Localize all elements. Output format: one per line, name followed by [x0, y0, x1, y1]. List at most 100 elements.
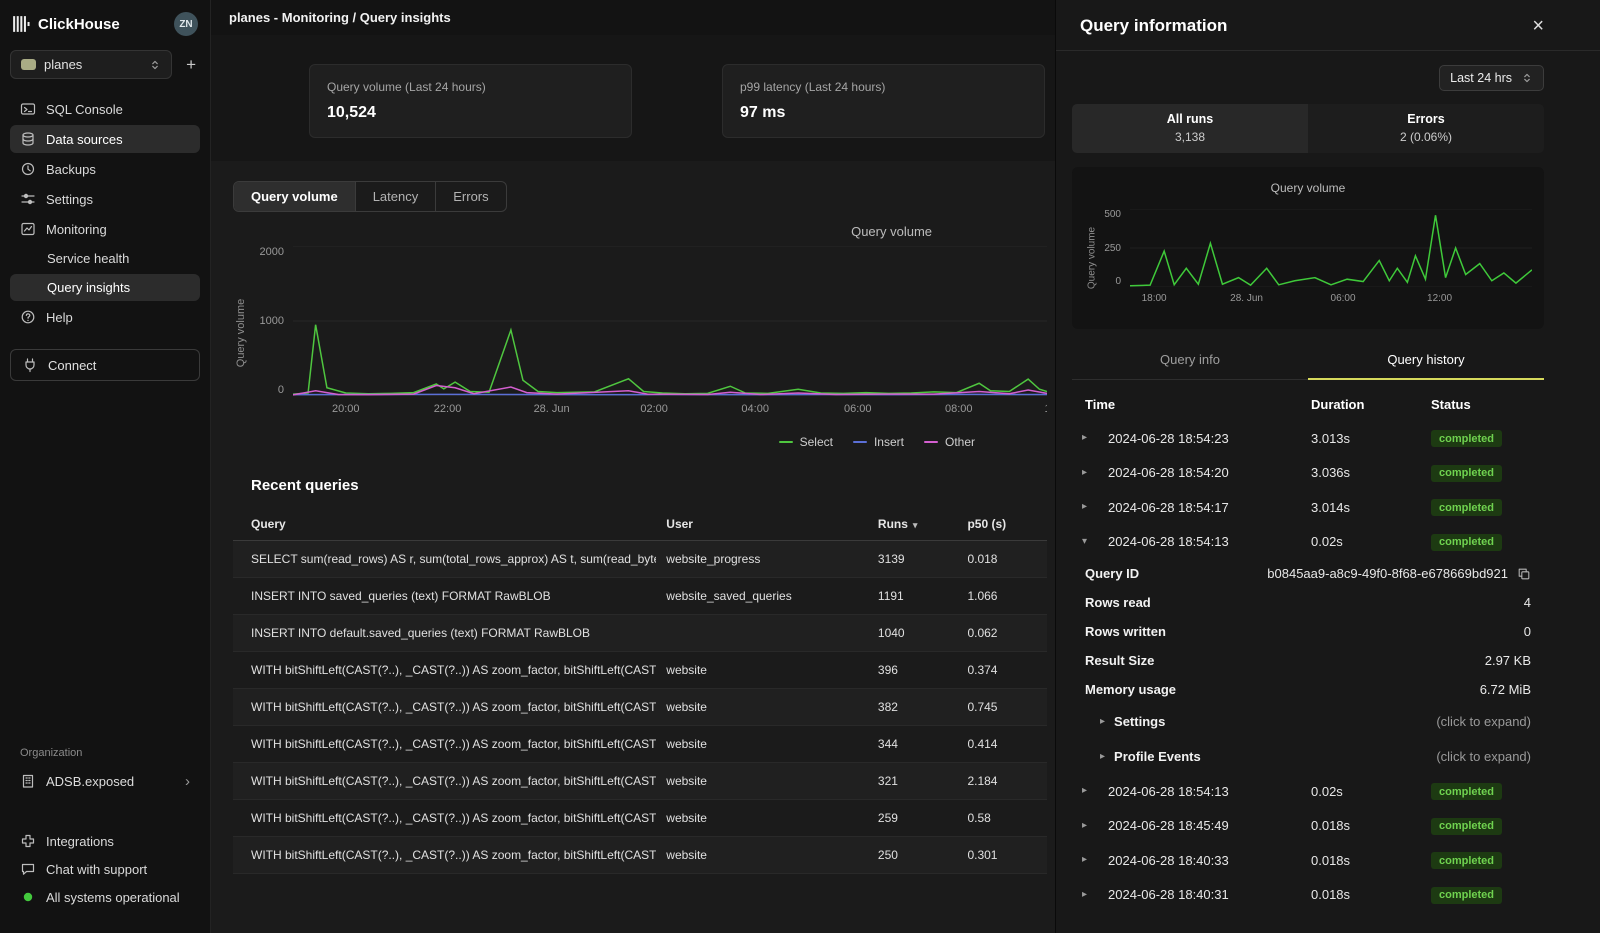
expandable-section-settings[interactable]: ▸Settings(click to expand): [1072, 704, 1544, 739]
sidebar-item-settings[interactable]: Settings: [10, 185, 200, 213]
column-header-runs[interactable]: Runs▾: [868, 508, 958, 541]
sidebar-item-label: Query insights: [47, 280, 130, 295]
tab-query-volume[interactable]: Query volume: [234, 182, 356, 211]
panel-tabs: Query infoQuery history: [1072, 343, 1544, 380]
history-status: completed: [1431, 817, 1544, 835]
history-time: 2024-06-28 18:54:13: [1108, 784, 1311, 799]
footer-item-chat-with-support[interactable]: Chat with support: [10, 855, 200, 883]
chevron-right-icon[interactable]: ▸: [1072, 433, 1108, 443]
chevron-right-icon[interactable]: ▸: [1072, 786, 1108, 796]
footer-item-integrations[interactable]: Integrations: [10, 827, 200, 855]
add-service-button[interactable]: +: [182, 55, 200, 75]
sidebar-item-query-insights[interactable]: Query insights: [10, 274, 200, 301]
close-icon[interactable]: ×: [1532, 16, 1544, 36]
table-row[interactable]: INSERT INTO default.saved_queries (text)…: [233, 615, 1047, 652]
detail-label: Result Size: [1085, 653, 1154, 668]
history-row[interactable]: ▸2024-06-28 18:40:310.018scompleted: [1072, 878, 1544, 913]
column-header-p50-s[interactable]: p50 (s): [957, 508, 1047, 541]
column-header-query[interactable]: Query: [233, 508, 656, 541]
chart-body: Query volume 200010000 20:0022:0028. Jun…: [233, 246, 1047, 419]
database-icon: [20, 131, 36, 147]
sidebar-item-help[interactable]: Help: [10, 303, 200, 331]
chart-title: Query volume: [1084, 181, 1532, 201]
chevron-down-icon[interactable]: ▾: [1072, 537, 1108, 547]
y-axis-label: Query volume: [235, 298, 247, 366]
history-row[interactable]: ▸2024-06-28 18:54:233.013scompleted: [1072, 421, 1544, 456]
cell-user: website_saved_queries: [656, 578, 868, 615]
chevron-right-icon[interactable]: ▸: [1072, 821, 1108, 831]
chevron-right-icon[interactable]: ▸: [1072, 502, 1108, 512]
history-row[interactable]: ▸2024-06-28 18:54:130.02scompleted: [1072, 774, 1544, 809]
sidebar-item-label: Monitoring: [46, 222, 107, 237]
sidebar-item-label: Backups: [46, 162, 96, 177]
tab-query-history[interactable]: Query history: [1308, 343, 1544, 380]
service-row: planes +: [10, 50, 200, 79]
history-row[interactable]: ▸2024-06-28 18:54:203.036scompleted: [1072, 456, 1544, 491]
history-row[interactable]: ▾2024-06-28 18:54:130.02scompleted: [1072, 525, 1544, 560]
help-icon: [20, 309, 36, 325]
p99-latency-stat-card: p99 latency (Last 24 hours) 97 ms: [722, 64, 1045, 138]
sidebar-item-data-sources[interactable]: Data sources: [10, 125, 200, 153]
x-axis-ticks: 18:0028. Jun06:0012:00: [1130, 293, 1532, 307]
sidebar-item-backups[interactable]: Backups: [10, 155, 200, 183]
y-tick-label: 500: [1104, 209, 1121, 220]
table-row[interactable]: WITH bitShiftLeft(CAST(?..), _CAST(?..))…: [233, 763, 1047, 800]
plug-icon: [22, 357, 38, 373]
x-tick-label: 12:00: [1427, 293, 1452, 304]
detail-value-text: 6.72 MiB: [1480, 682, 1531, 697]
history-row[interactable]: ▸2024-06-28 18:40:330.018scompleted: [1072, 843, 1544, 878]
cell-p50: 0.062: [957, 615, 1047, 652]
table-row[interactable]: SELECT sum(read_rows) AS r, sum(total_ro…: [233, 541, 1047, 578]
expandable-section-profile-events[interactable]: ▸Profile Events(click to expand): [1072, 739, 1544, 774]
tab-errors[interactable]: Errors: [436, 182, 505, 211]
user-avatar[interactable]: ZN: [174, 12, 198, 36]
history-row[interactable]: ▸2024-06-28 18:45:490.018scompleted: [1072, 809, 1544, 844]
detail-value-text: 4: [1524, 595, 1531, 610]
detail-row-result-size: Result Size 2.97 KB: [1072, 646, 1544, 675]
footer-item-all-systems-operational[interactable]: All systems operational: [10, 883, 200, 911]
sidebar-item-monitoring[interactable]: Monitoring: [10, 215, 200, 243]
tab-query-info[interactable]: Query info: [1072, 343, 1308, 380]
y-axis-label-wrap: Query volume: [233, 246, 249, 419]
column-header-user[interactable]: User: [656, 508, 868, 541]
chevron-right-icon[interactable]: ▸: [1072, 855, 1108, 865]
chevron-right-icon[interactable]: ▸: [1072, 890, 1108, 900]
sidebar-item-label: Data sources: [46, 132, 123, 147]
legend-item-insert[interactable]: Insert: [853, 435, 904, 449]
sidebar-footer: IntegrationsChat with supportAll systems…: [10, 809, 200, 933]
table-row[interactable]: WITH bitShiftLeft(CAST(?..), _CAST(?..))…: [233, 689, 1047, 726]
chevron-right-icon: ›: [185, 774, 190, 789]
table-row[interactable]: WITH bitShiftLeft(CAST(?..), _CAST(?..))…: [233, 652, 1047, 689]
sidebar-item-service-health[interactable]: Service health: [10, 245, 200, 272]
time-range-select[interactable]: Last 24 hrs: [1439, 65, 1544, 91]
detail-value: 2.97 KB: [1485, 653, 1531, 668]
query-volume-chart: Query volume Query volume 200010000 20:0…: [233, 224, 1047, 451]
chevron-right-icon[interactable]: ▸: [1072, 468, 1108, 478]
status-badge: completed: [1431, 887, 1502, 904]
history-row[interactable]: ▸2024-06-28 18:54:173.014scompleted: [1072, 490, 1544, 525]
sidebar-item-sql-console[interactable]: SQL Console: [10, 95, 200, 123]
legend-item-select[interactable]: Select: [779, 435, 833, 449]
copy-icon[interactable]: [1517, 567, 1531, 581]
history-column-duration: Duration: [1311, 397, 1431, 412]
service-selector[interactable]: planes: [10, 50, 172, 79]
stat-tab-label: All runs: [1072, 112, 1308, 126]
table-row[interactable]: INSERT INTO saved_queries (text) FORMAT …: [233, 578, 1047, 615]
detail-label: Rows written: [1085, 624, 1166, 639]
detail-value: 4: [1524, 595, 1531, 610]
cell-user: website: [656, 800, 868, 837]
tab-latency[interactable]: Latency: [356, 182, 437, 211]
x-tick-label: 22:00: [434, 403, 462, 415]
table-row[interactable]: WITH bitShiftLeft(CAST(?..), _CAST(?..))…: [233, 837, 1047, 874]
table-row[interactable]: WITH bitShiftLeft(CAST(?..), _CAST(?..))…: [233, 800, 1047, 837]
expand-left: ▸Settings: [1100, 714, 1165, 729]
stat-tab-all-runs[interactable]: All runs3,138: [1072, 104, 1308, 153]
legend-item-other[interactable]: Other: [924, 435, 975, 449]
connect-button[interactable]: Connect: [10, 349, 200, 381]
table-row[interactable]: WITH bitShiftLeft(CAST(?..), _CAST(?..))…: [233, 726, 1047, 763]
expand-label: Profile Events: [1114, 749, 1201, 764]
organization-selector[interactable]: ADSB.exposed ›: [10, 767, 200, 795]
stat-cards: Query volume (Last 24 hours) 10,524 p99 …: [211, 35, 1055, 161]
stat-tab-errors[interactable]: Errors2 (0.06%): [1308, 104, 1544, 153]
cell-user: website: [656, 837, 868, 874]
